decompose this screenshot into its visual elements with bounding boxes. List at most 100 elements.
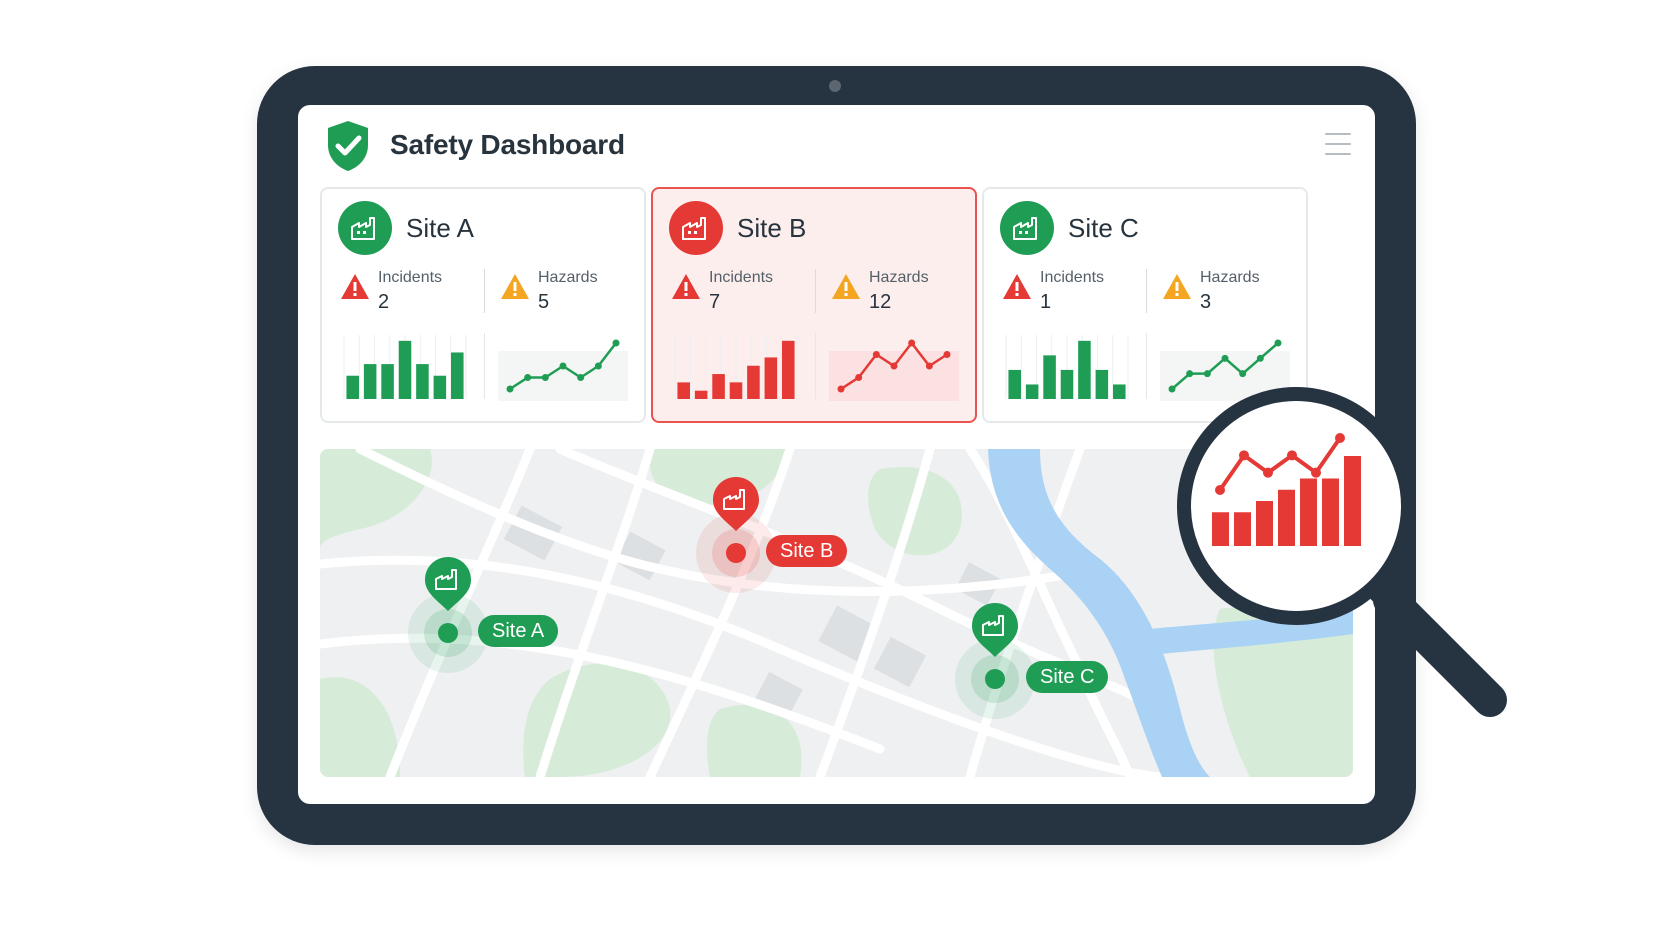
shield-check-icon xyxy=(328,121,368,171)
incidents-value: 1 xyxy=(1040,291,1052,313)
bar xyxy=(729,382,743,399)
incidents-bar-chart xyxy=(1005,335,1129,399)
map-pin-site-a[interactable] xyxy=(424,557,472,647)
data-point xyxy=(1311,467,1321,478)
data-point xyxy=(1186,370,1194,378)
hazards-value: 12 xyxy=(869,291,892,313)
incidents-label: Incidents xyxy=(378,269,443,286)
data-point xyxy=(1239,370,1247,378)
data-point xyxy=(1239,450,1249,461)
bar xyxy=(677,382,690,399)
factory-icon xyxy=(669,201,723,255)
data-point xyxy=(612,339,620,347)
data-point xyxy=(1221,354,1229,362)
chart-area xyxy=(498,351,628,401)
alert-triangle-icon xyxy=(341,274,369,299)
incidents-label: Incidents xyxy=(709,269,774,286)
bar xyxy=(1344,456,1361,546)
data-point xyxy=(577,374,585,381)
bar xyxy=(451,352,464,399)
hazards-line-chart xyxy=(829,339,959,401)
alert-triangle-icon xyxy=(672,274,700,299)
data-point xyxy=(925,362,933,370)
data-point xyxy=(908,339,916,347)
data-point xyxy=(1263,467,1273,478)
divider xyxy=(484,269,485,313)
data-point xyxy=(1287,450,1297,461)
bar xyxy=(1095,369,1109,399)
data-point xyxy=(1256,354,1264,362)
warning-triangle-icon xyxy=(501,274,529,299)
data-point xyxy=(524,374,532,381)
bar xyxy=(782,340,795,399)
map-pin-site-c[interactable] xyxy=(971,603,1019,693)
bar xyxy=(433,375,447,399)
hazards-value: 3 xyxy=(1200,291,1212,313)
site-card-a[interactable]: Site A Incidents 2 Hazards 5 xyxy=(320,187,646,423)
tablet-camera xyxy=(829,80,841,92)
bar xyxy=(1300,478,1317,546)
bar xyxy=(363,364,377,399)
data-point xyxy=(1274,339,1282,347)
bar xyxy=(1278,489,1295,546)
bar xyxy=(1078,340,1091,399)
divider xyxy=(1146,269,1147,313)
divider xyxy=(484,333,485,399)
data-point xyxy=(872,351,880,358)
incidents-bar-chart xyxy=(343,335,467,399)
bar xyxy=(398,340,412,399)
hazards-label: Hazards xyxy=(1200,269,1260,286)
map-pin-site-b[interactable] xyxy=(712,477,760,567)
divider xyxy=(1146,333,1147,399)
incidents-value: 7 xyxy=(709,291,721,313)
data-point xyxy=(506,385,514,393)
data-point xyxy=(1203,370,1211,378)
data-point xyxy=(890,362,898,370)
warning-triangle-icon xyxy=(832,274,860,299)
incidents-label: Incidents xyxy=(1040,269,1105,286)
data-point xyxy=(1215,485,1225,495)
magnifying-glass-icon xyxy=(1170,380,1530,740)
bar xyxy=(1234,512,1251,546)
divider xyxy=(815,269,816,313)
hazards-line-chart xyxy=(498,339,628,401)
bar xyxy=(1256,501,1273,546)
bar xyxy=(416,364,429,399)
site-name: Site B xyxy=(737,213,807,243)
site-name: Site C xyxy=(1068,213,1139,243)
data-point xyxy=(559,362,567,370)
hazards-label: Hazards xyxy=(538,269,598,286)
divider xyxy=(815,333,816,399)
alert-triangle-icon xyxy=(1003,274,1031,299)
hazards-value: 5 xyxy=(538,291,550,313)
bar xyxy=(747,365,760,399)
warning-triangle-icon xyxy=(1163,274,1191,299)
bar xyxy=(1212,512,1229,546)
site-card-b[interactable]: Site B Incidents 7 Hazards 12 xyxy=(651,187,977,423)
bar xyxy=(1008,369,1021,399)
hamburger-menu-icon[interactable] xyxy=(1325,133,1351,155)
factory-icon xyxy=(338,201,392,255)
bar xyxy=(712,374,725,399)
data-point xyxy=(1335,433,1345,443)
bar xyxy=(1025,384,1039,399)
bar xyxy=(381,364,394,399)
incidents-bar-chart xyxy=(674,335,798,399)
data-point xyxy=(855,374,863,381)
map-pin-label[interactable]: Site C xyxy=(1026,661,1109,693)
data-point xyxy=(594,362,602,370)
bar xyxy=(1113,384,1126,399)
data-point xyxy=(541,374,549,381)
site-name: Site A xyxy=(406,213,474,243)
map-pin-label[interactable]: Site B xyxy=(766,535,848,567)
bar xyxy=(694,390,708,399)
bar xyxy=(1322,478,1339,546)
data-point xyxy=(837,385,845,393)
incidents-value: 2 xyxy=(378,291,390,313)
map-pin-label[interactable]: Site A xyxy=(478,615,559,647)
bar xyxy=(346,375,359,399)
bar xyxy=(764,357,778,399)
hazards-label: Hazards xyxy=(869,269,929,286)
data-point xyxy=(943,351,951,358)
page-title: Safety Dashboard xyxy=(390,129,625,160)
